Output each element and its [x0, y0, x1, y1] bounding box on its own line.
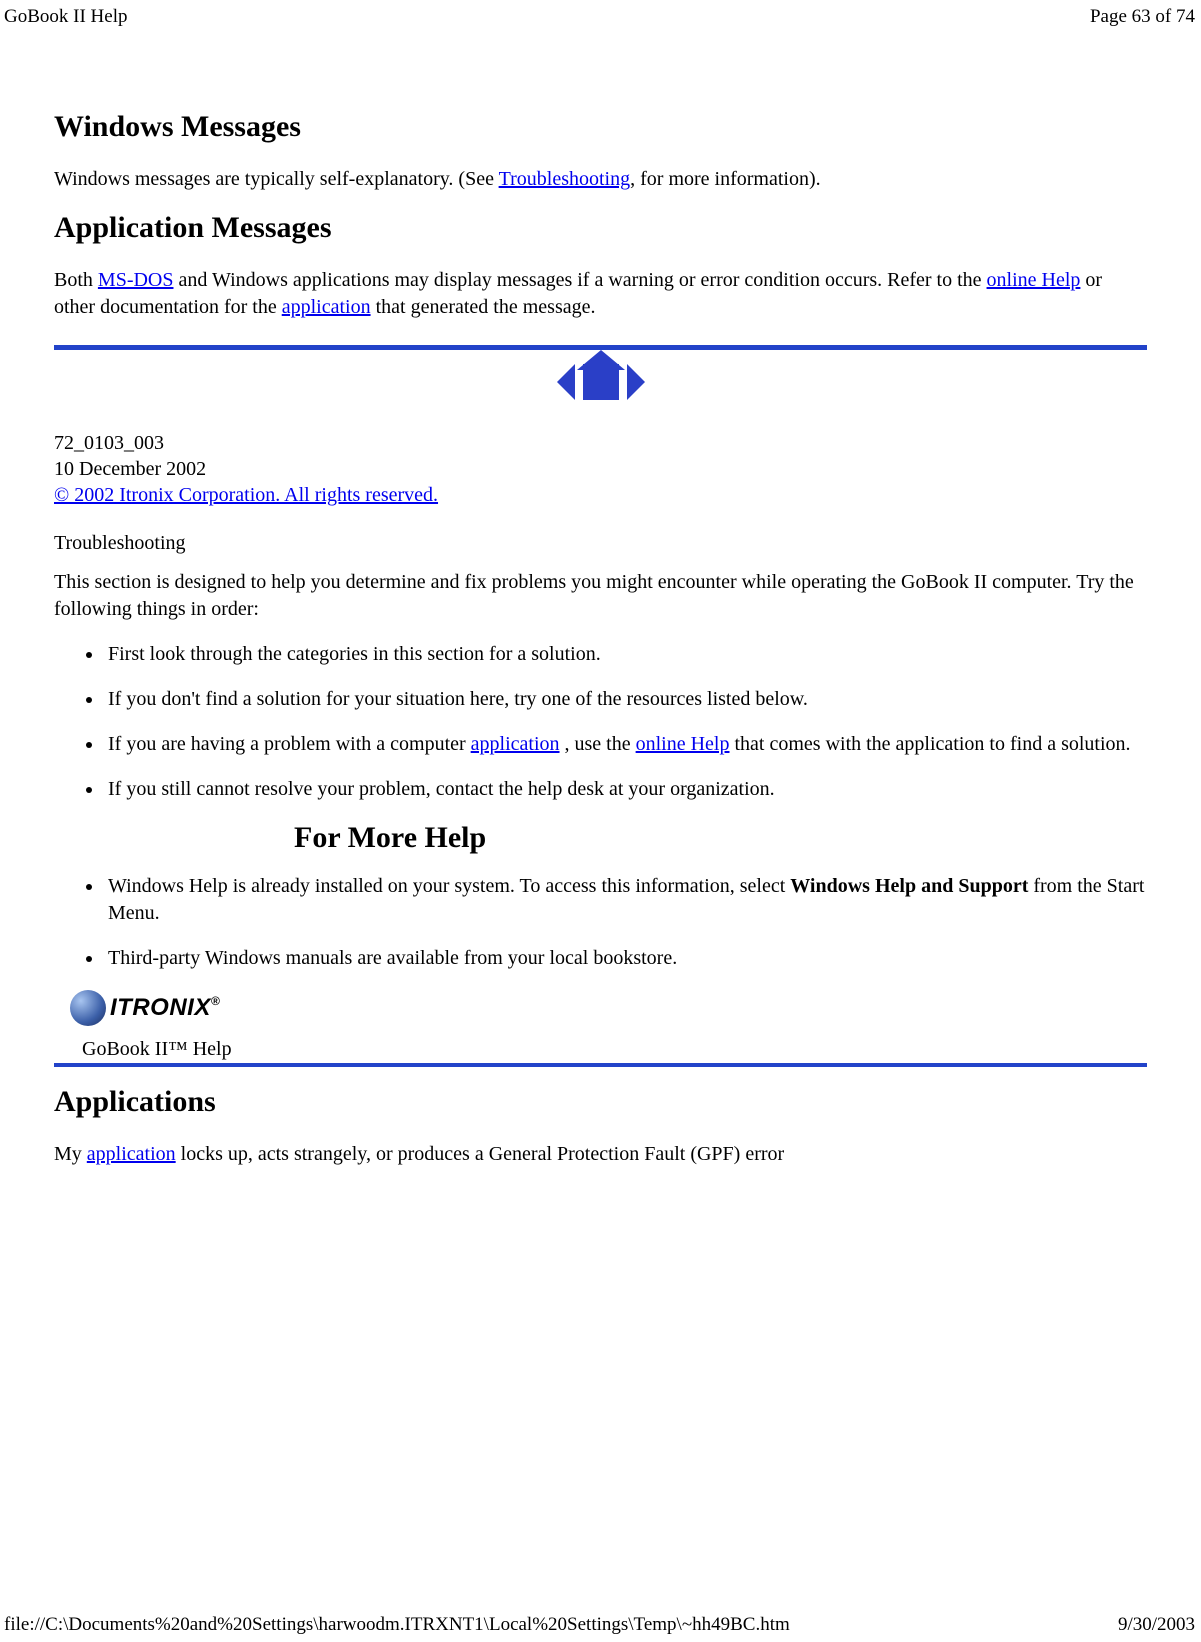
header-page: Page 63 of 74: [1090, 6, 1195, 28]
text: Windows messages are typically self-expl…: [54, 168, 499, 190]
list-item: If you are having a problem with a compu…: [104, 731, 1147, 758]
list-item: Windows Help is already installed on you…: [104, 873, 1147, 927]
nav-next-icon[interactable]: [627, 364, 645, 400]
document-content: Windows Messages Windows messages are ty…: [0, 28, 1201, 1168]
nav-controls: [54, 364, 1147, 400]
page-header: GoBook II Help Page 63 of 74: [0, 0, 1201, 28]
link-application[interactable]: application: [471, 733, 560, 755]
list-item: If you still cannot resolve your problem…: [104, 776, 1147, 803]
footer-date: 9/30/2003: [1118, 1614, 1195, 1636]
link-application[interactable]: application: [87, 1143, 176, 1165]
link-msdos[interactable]: MS-DOS: [98, 269, 174, 291]
text: that generated the message.: [371, 296, 596, 318]
text: , use the: [560, 733, 636, 755]
nav-prev-icon[interactable]: [557, 364, 575, 400]
text: locks up, acts strangely, or produces a …: [176, 1143, 785, 1165]
page-footer: file://C:\Documents%20and%20Settings\har…: [4, 1614, 1195, 1636]
list-item: Third-party Windows manuals are availabl…: [104, 945, 1147, 972]
logo-trademark: ®: [211, 994, 220, 1008]
heading-application-messages: Application Messages: [54, 211, 1147, 245]
troubleshooting-list: First look through the categories in thi…: [104, 641, 1147, 803]
header-title: GoBook II Help: [4, 6, 127, 28]
list-item: First look through the categories in thi…: [104, 641, 1147, 668]
footer-path: file://C:\Documents%20and%20Settings\har…: [4, 1614, 790, 1636]
globe-icon: [70, 990, 106, 1026]
itronix-logo: ITRONIX®: [70, 990, 1147, 1026]
link-online-help[interactable]: online Help: [987, 269, 1081, 291]
doc-number: 72_0103_003: [54, 430, 1147, 456]
heading-windows-messages: Windows Messages: [54, 110, 1147, 144]
link-troubleshooting[interactable]: Troubleshooting: [499, 168, 631, 190]
doc-info: 72_0103_003 10 December 2002 © 2002 Itro…: [54, 430, 1147, 508]
paragraph-application-messages: Both MS-DOS and Windows applications may…: [54, 267, 1147, 321]
link-application[interactable]: application: [282, 296, 371, 318]
link-copyright[interactable]: © 2002 Itronix Corporation. All rights r…: [54, 484, 438, 506]
tab-gobook-help: GoBook II™ Help: [54, 1034, 240, 1063]
bold-text: Windows Help and Support: [790, 875, 1028, 897]
paragraph-troubleshooting-intro: This section is designed to help you det…: [54, 569, 1147, 623]
heading-applications: Applications: [54, 1085, 1147, 1119]
paragraph-windows-messages: Windows messages are typically self-expl…: [54, 166, 1147, 193]
nav-home-icon[interactable]: [583, 364, 619, 400]
heading-troubleshooting: Troubleshooting: [54, 530, 1147, 557]
text: and Windows applications may display mes…: [173, 269, 986, 291]
section-tab-bar: GoBook II™ Help: [54, 1034, 1147, 1067]
link-online-help[interactable]: online Help: [636, 733, 730, 755]
heading-for-more-help: For More Help: [294, 821, 1147, 855]
text: Both: [54, 269, 98, 291]
more-help-list: Windows Help is already installed on you…: [104, 873, 1147, 972]
text: Windows Help is already installed on you…: [108, 875, 790, 897]
text: that comes with the application to find …: [729, 733, 1130, 755]
paragraph-applications: My application locks up, acts strangely,…: [54, 1141, 1147, 1168]
list-item: If you don't find a solution for your si…: [104, 686, 1147, 713]
text: My: [54, 1143, 87, 1165]
logo-name: ITRONIX: [110, 994, 211, 1021]
doc-date: 10 December 2002: [54, 456, 1147, 482]
text: , for more information).: [630, 168, 821, 190]
text: If you are having a problem with a compu…: [108, 733, 471, 755]
logo-text: ITRONIX®: [110, 994, 220, 1022]
